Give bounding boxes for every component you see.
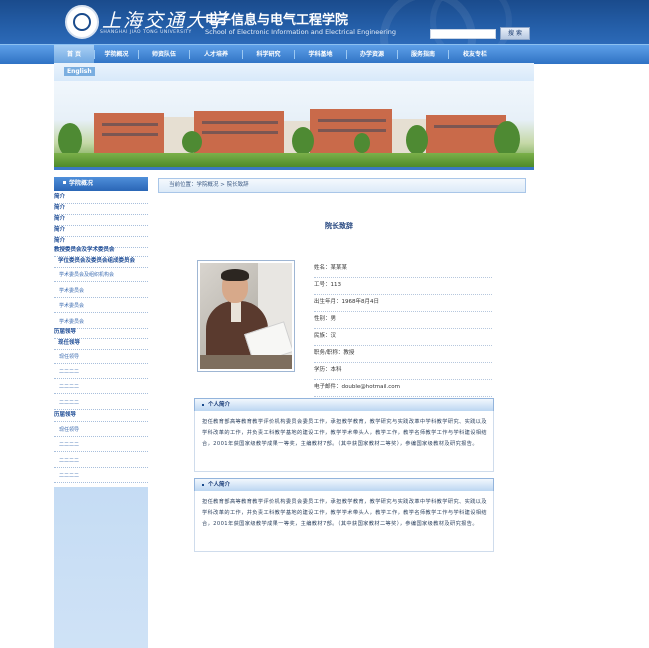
profile-gender: 性别：男: [314, 311, 492, 329]
profile-birth: 出生年月：1968年8月4日: [314, 294, 492, 312]
section-header: 个人简介: [194, 398, 494, 412]
banner-window-row: [434, 125, 500, 128]
profile-ethnicity: 民族：汉: [314, 328, 492, 346]
sidebar-subitem[interactable]: 二二二二: [54, 456, 148, 468]
banner-window-row: [318, 119, 386, 122]
section-body: 担任教育部高等教育教学评价机构委员会委员工作，承担教学教育，教学研究与实践改革中…: [194, 411, 494, 472]
sidebar: 学院概况 简介 简介 简介 简介 简介 教授委员会及学术委员会 学位委员会及委员…: [54, 177, 148, 648]
breadcrumb: 当前位置：学院概况 > 院长致辞: [158, 178, 526, 193]
profile-photo: [197, 260, 295, 372]
banner-top-strip: [54, 63, 534, 81]
university-seal-icon[interactable]: [65, 5, 99, 39]
sidebar-item[interactable]: 历届领导: [54, 410, 148, 422]
sidebar-subitem[interactable]: 二二二二: [54, 471, 148, 483]
banner-bottom-bar: [54, 167, 534, 170]
banner-tree: [182, 131, 202, 153]
banner-tree: [494, 121, 520, 157]
section-title: 个人简介: [208, 482, 231, 488]
sidebar-title-text: 学院概况: [69, 180, 94, 187]
sidebar-subitem[interactable]: 二二二二: [54, 440, 148, 452]
sidebar-subitem[interactable]: 学术委员会及组织机构会: [54, 270, 148, 282]
banner-tree: [292, 127, 314, 155]
search-button[interactable]: 搜 索: [500, 27, 530, 40]
sidebar-subitem[interactable]: 现任领导: [54, 352, 148, 364]
banner-window-row: [102, 133, 158, 136]
profile-title: 职务/职称：教授: [314, 345, 492, 363]
section-text: 担任教育部高等教育教学评价机构委员会委员工作，承担教学教育，教学研究与实践改革中…: [202, 419, 487, 448]
sidebar-subitem[interactable]: 二二二二: [54, 367, 148, 379]
page-title: 院长致辞: [0, 213, 649, 232]
banner-window-row: [202, 131, 278, 134]
nav-item-alumni[interactable]: 校友专栏: [449, 45, 501, 64]
page-title-text: 院长致辞: [325, 222, 353, 230]
sidebar-item[interactable]: 学位委员会及委员会组成委员会: [54, 256, 148, 268]
bullet-icon: [63, 181, 66, 184]
nav-item-disciplines[interactable]: 学科基地: [295, 45, 346, 64]
university-name-en: SHANGHAI JIAO TONG UNIVERSITY: [100, 30, 192, 35]
sidebar-subitem[interactable]: 二二二二: [54, 382, 148, 394]
breadcrumb-text[interactable]: 当前位置：学院概况 > 院长致辞: [169, 179, 249, 192]
nav-item-resources[interactable]: 办学资源: [347, 45, 397, 64]
portrait-image: [200, 263, 292, 369]
sidebar-subitem[interactable]: 学术委员会: [54, 301, 148, 313]
banner-lawn: [54, 153, 534, 167]
english-link[interactable]: English: [64, 67, 95, 76]
sidebar-item[interactable]: 现任领导: [54, 338, 148, 350]
campus-banner-image: [54, 81, 534, 167]
sidebar-subitem[interactable]: 学术委员会: [54, 286, 148, 298]
site-header: 上海交通大学 SHANGHAI JIAO TONG UNIVERSITY 电子信…: [0, 0, 649, 44]
nav-item-faculty[interactable]: 师资队伍: [139, 45, 189, 64]
nav-item-education[interactable]: 人才培养: [190, 45, 242, 64]
school-name-cn: 电子信息与电气工程学院: [205, 13, 349, 28]
photo-figure-shirt: [231, 302, 241, 322]
nav-item-about[interactable]: 学院概况: [95, 45, 138, 64]
nav-item-services[interactable]: 服务指南: [398, 45, 448, 64]
sidebar-title: 学院概况: [54, 177, 148, 191]
search-input[interactable]: [430, 29, 496, 39]
sidebar-subitem[interactable]: 现任领导: [54, 425, 148, 437]
banner-tree: [406, 125, 428, 155]
nav-item-research[interactable]: 科学研究: [243, 45, 294, 64]
profile-id: 工号：113: [314, 277, 492, 295]
profile-email[interactable]: 电子邮件：double@hotmail.com: [314, 379, 492, 397]
section-header: 个人简介: [194, 478, 494, 492]
bullet-icon: [202, 484, 204, 486]
bullet-icon: [202, 404, 204, 406]
school-name-en: School of Electronic Information and Ele…: [205, 28, 397, 36]
sidebar-subitem[interactable]: 二二二二: [54, 398, 148, 410]
profile-education: 学历：本科: [314, 362, 492, 380]
photo-table: [200, 355, 292, 369]
banner-window-row: [202, 121, 278, 124]
section-text: 担任教育部高等教育教学评价机构委员会委员工作，承担教学教育，教学研究与实践改革中…: [202, 499, 487, 528]
profile-name: 姓名：某某某: [314, 260, 492, 278]
photo-figure-hair: [221, 269, 249, 281]
banner-tree: [354, 133, 370, 153]
nav-item-home[interactable]: 首 页: [54, 45, 94, 64]
main-nav: 首 页 学院概况 师资队伍 人才培养 科学研究 学科基地 办学资源 服务指南 校…: [0, 44, 649, 64]
section-title: 个人简介: [208, 402, 231, 408]
banner-window-row: [318, 129, 386, 132]
section-body: 担任教育部高等教育教学评价机构委员会委员工作，承担教学教育，教学研究与实践改革中…: [194, 491, 494, 552]
banner-tree: [58, 123, 82, 157]
banner-window-row: [102, 123, 158, 126]
